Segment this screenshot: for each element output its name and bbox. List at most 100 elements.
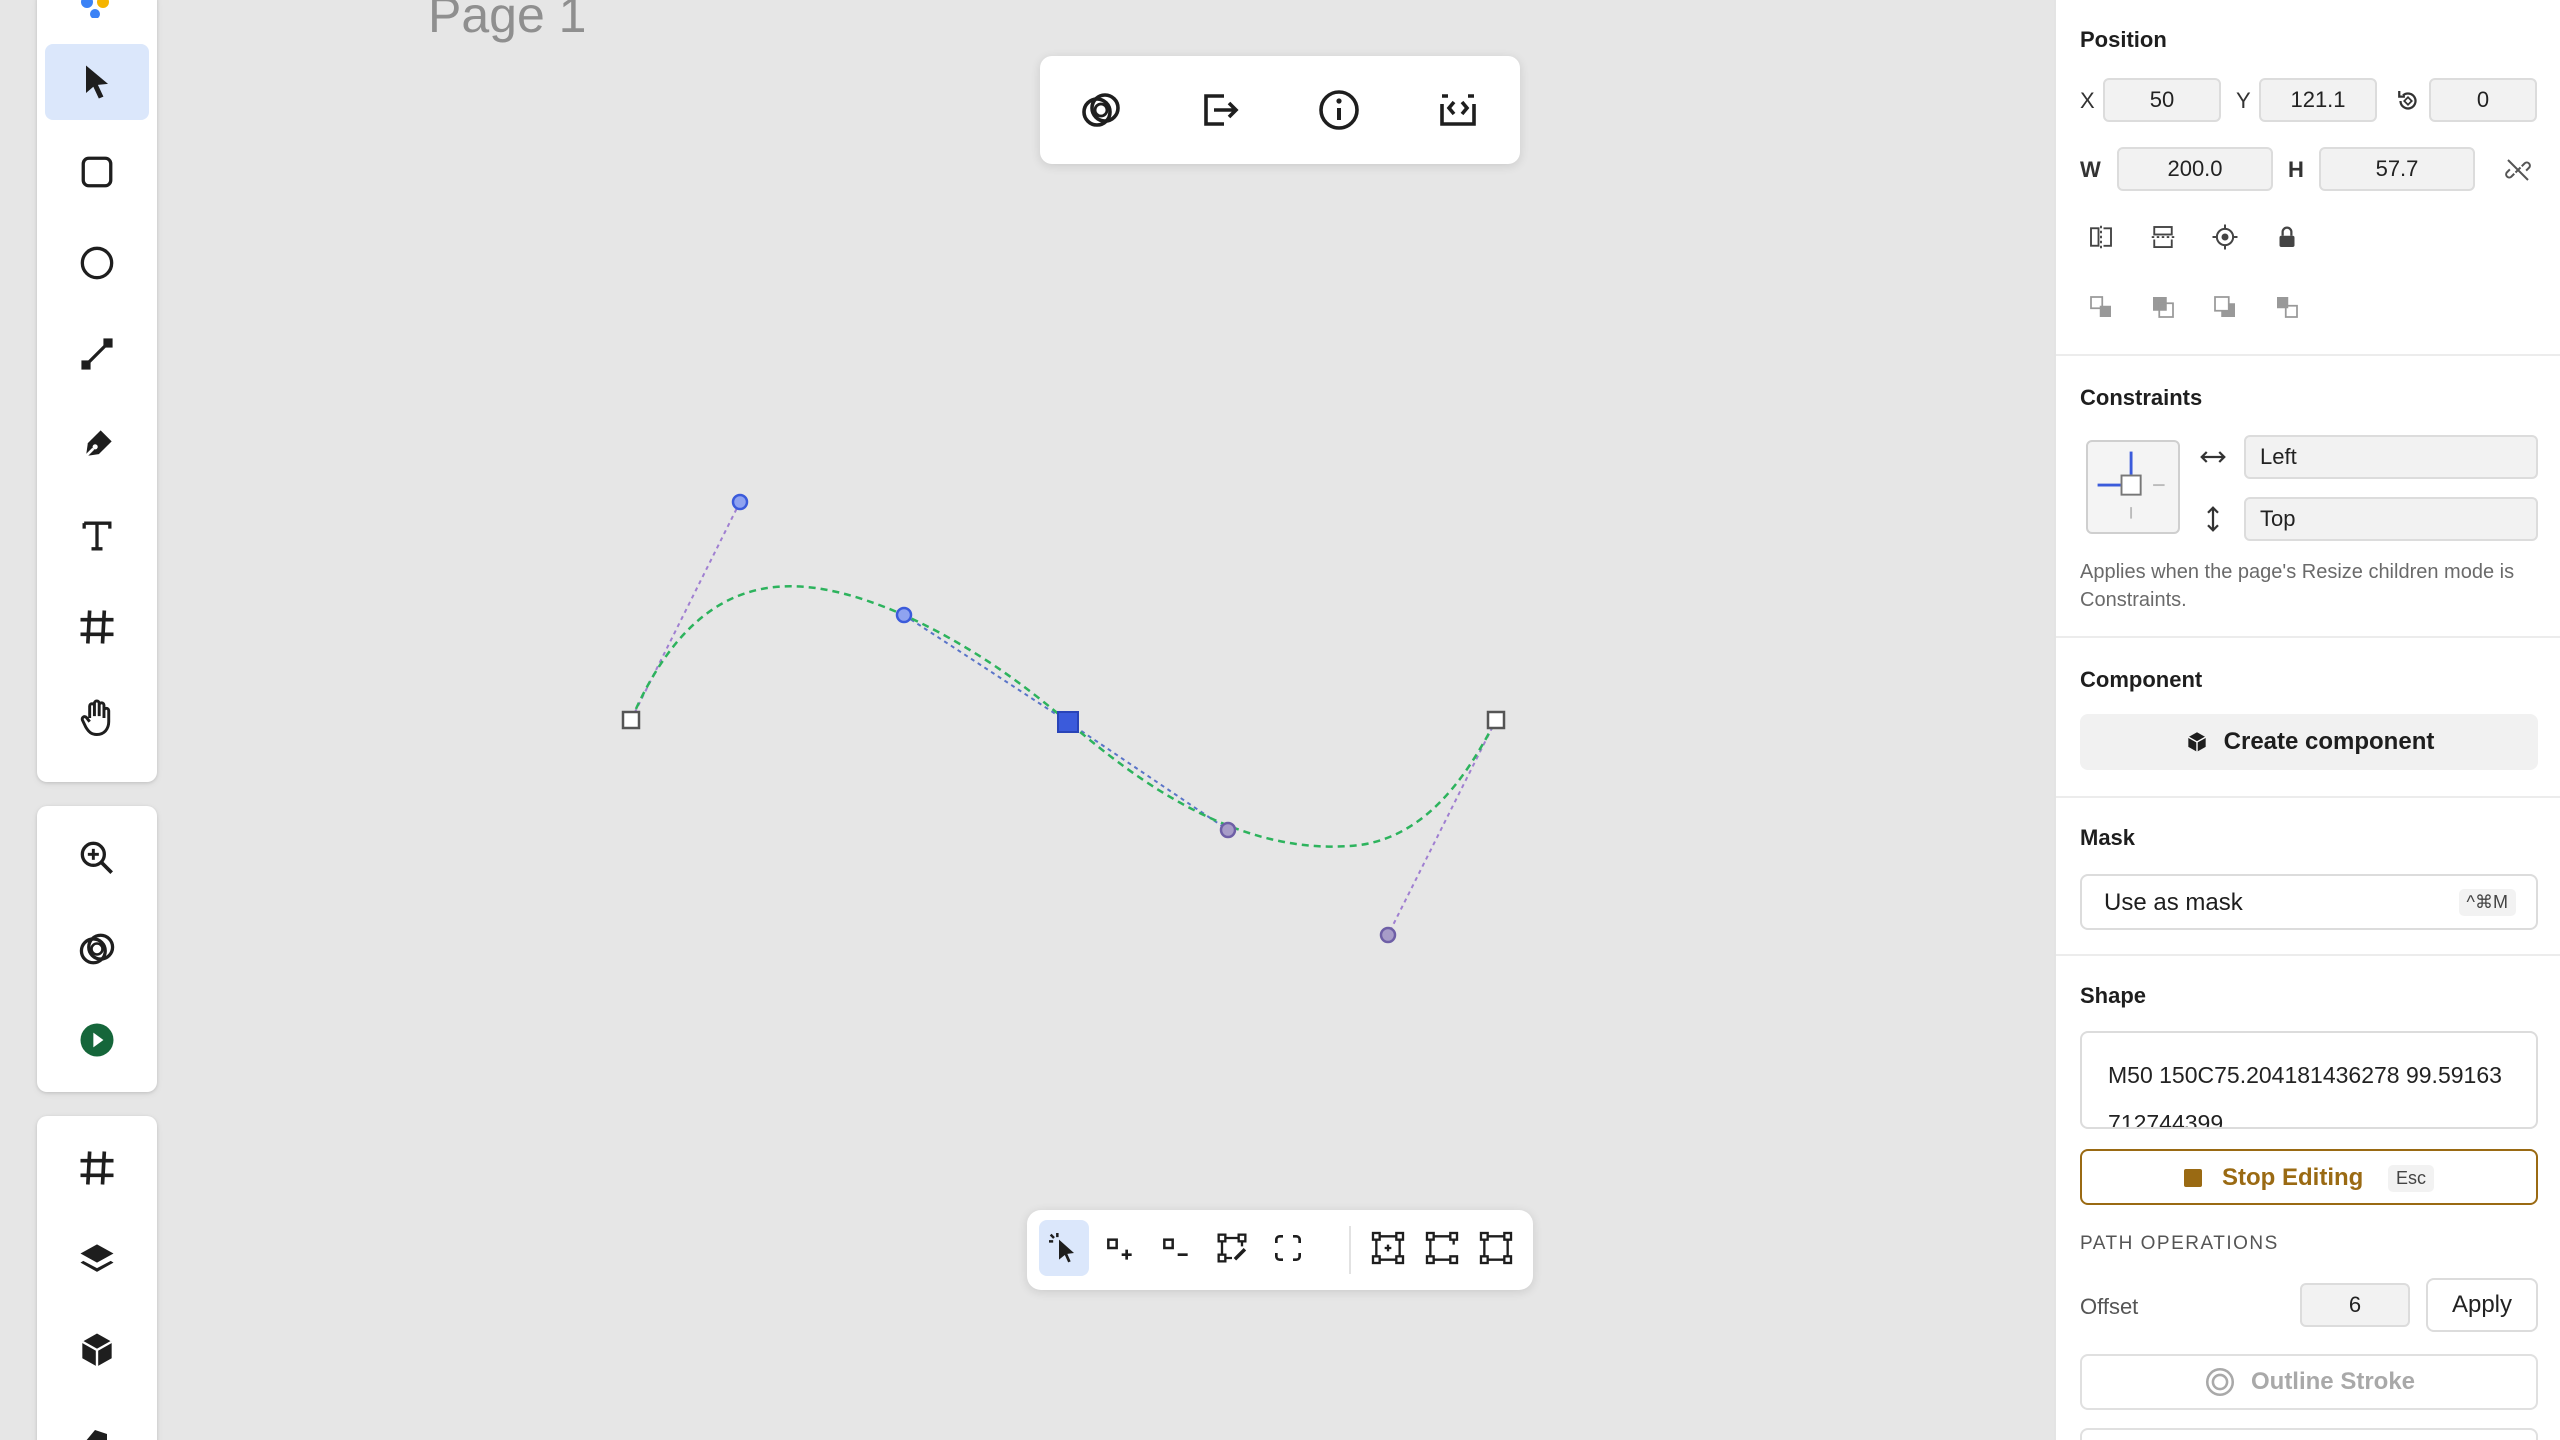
pen-tool-button[interactable]	[45, 407, 149, 483]
control-handle[interactable]	[1219, 821, 1237, 839]
constraint-widget[interactable]	[2086, 440, 2180, 534]
layers-panel-button[interactable]	[45, 1221, 149, 1297]
control-handle[interactable]	[1379, 926, 1397, 944]
bring-to-front-icon[interactable]	[2148, 292, 2178, 322]
app-logo	[77, 0, 117, 18]
section-divider	[2056, 636, 2560, 638]
remove-point-icon	[1163, 1238, 1188, 1256]
text-icon	[82, 521, 112, 551]
outline-stroke-button[interactable]: Outline Stroke	[2080, 1354, 2538, 1410]
rectangle-icon	[81, 156, 113, 188]
target-icon[interactable]	[2210, 222, 2240, 252]
export-button[interactable]	[1190, 80, 1250, 140]
offset-label: Offset	[2080, 1294, 2139, 1319]
handle-line	[1387, 719, 1497, 936]
control-handle[interactable]	[731, 493, 749, 511]
play-icon	[80, 1023, 114, 1057]
flip-vertical-icon[interactable]	[2148, 222, 2178, 252]
join-path-icon	[1479, 1231, 1513, 1265]
pen-icon	[85, 430, 112, 457]
handle-line	[903, 614, 1069, 723]
stop-editing-button[interactable]: Stop Editing Esc	[2080, 1149, 2538, 1205]
path-edit-toolbar	[1027, 1210, 1533, 1290]
width-input[interactable]: 200.0	[2117, 147, 2273, 191]
partial-button[interactable]	[2080, 1428, 2538, 1440]
info-button[interactable]	[1309, 80, 1369, 140]
path-data-textarea[interactable]: M50 150C75.204181436278 99.5916371274439…	[2080, 1031, 2538, 1129]
info-icon	[1319, 90, 1359, 130]
rotation-input[interactable]: 0	[2429, 78, 2537, 122]
section-divider	[2056, 796, 2560, 798]
x-input[interactable]: 50	[2103, 78, 2221, 122]
embed-code-button[interactable]	[1428, 80, 1488, 140]
partial-icon	[81, 1422, 111, 1440]
create-component-button[interactable]: Create component	[2080, 714, 2538, 770]
control-handle[interactable]	[895, 606, 913, 624]
boolean-icon	[1082, 93, 1120, 127]
embed-code-icon	[1440, 94, 1476, 126]
align-points-button[interactable]	[1363, 1220, 1413, 1276]
line-tool-button[interactable]	[45, 316, 149, 392]
frame-tool-button[interactable]	[45, 589, 149, 665]
frames-panel-button[interactable]	[45, 1130, 149, 1206]
close-path-button[interactable]	[1263, 1220, 1313, 1276]
boolean-button[interactable]	[45, 911, 149, 987]
apply-offset-button[interactable]: Apply	[2426, 1278, 2538, 1332]
boolean-operations-button[interactable]	[1071, 80, 1131, 140]
frame-icon	[80, 1151, 114, 1185]
anchor-point[interactable]	[621, 710, 641, 730]
align-points-icon	[1371, 1231, 1405, 1265]
remove-point-button[interactable]	[1151, 1220, 1201, 1276]
components-panel-button[interactable]	[45, 1312, 149, 1388]
anchor-point-selected[interactable]	[1057, 711, 1079, 733]
anchor-point[interactable]	[1486, 710, 1506, 730]
constraints-title: Constraints	[2080, 385, 2203, 410]
break-path-button[interactable]	[1417, 1220, 1467, 1276]
layers-icon	[80, 1244, 114, 1272]
use-as-mask-button[interactable]: Use as mask ^⌘M	[2080, 874, 2538, 930]
mask-shortcut: ^⌘M	[2458, 889, 2516, 916]
stop-editing-label: Stop Editing	[2222, 1164, 2364, 1191]
zoom-button[interactable]	[45, 820, 149, 896]
select-points-button[interactable]	[1039, 1220, 1089, 1276]
vertical-constraint-select[interactable]: Top	[2244, 497, 2538, 541]
rectangle-tool-button[interactable]	[45, 134, 149, 210]
constraints-note: Applies when the page's Resize children …	[2080, 561, 2515, 611]
edit-curve-button[interactable]	[1207, 1220, 1257, 1276]
tools-toolbar	[37, 0, 157, 782]
add-point-icon	[1107, 1238, 1132, 1260]
edit-curve-icon	[1217, 1233, 1247, 1263]
position-title: Position	[2080, 27, 2167, 52]
move-tool-button[interactable]	[45, 44, 149, 120]
h-label: H	[2288, 157, 2304, 182]
component-icon	[81, 1333, 113, 1367]
stop-editing-shortcut: Esc	[2388, 1165, 2435, 1192]
outline-stroke-icon	[2205, 1367, 2235, 1397]
bring-forward-icon[interactable]	[2086, 292, 2116, 322]
height-input[interactable]: 57.7	[2319, 147, 2475, 191]
lock-icon[interactable]	[2272, 222, 2302, 252]
toolbar-separator	[1349, 1226, 1351, 1274]
offset-input[interactable]: 6	[2300, 1283, 2410, 1327]
hand-icon	[80, 699, 111, 736]
ellipse-icon	[80, 246, 114, 280]
hand-tool-button[interactable]	[45, 680, 149, 756]
send-backward-icon[interactable]	[2210, 292, 2240, 322]
play-button[interactable]	[45, 1002, 149, 1078]
horizontal-constraint-select[interactable]: Left	[2244, 435, 2538, 479]
shape-title: Shape	[2080, 983, 2147, 1008]
y-input[interactable]: 121.1	[2259, 78, 2377, 122]
path-editing-canvas[interactable]	[0, 0, 2050, 1440]
line-icon	[81, 338, 113, 370]
zoom-icon	[80, 841, 113, 874]
properties-panel: Position X 50 Y 121.1 0 W 200.0 H 57.7 C…	[2054, 0, 2560, 1440]
ellipse-tool-button[interactable]	[45, 225, 149, 301]
send-to-back-icon[interactable]	[2272, 292, 2302, 322]
join-path-button[interactable]	[1471, 1220, 1521, 1276]
flip-horizontal-icon[interactable]	[2086, 222, 2116, 252]
text-tool-button[interactable]	[45, 498, 149, 574]
horizontal-arrows-icon	[2198, 442, 2228, 472]
selection-toolbar	[1040, 56, 1520, 164]
add-point-button[interactable]	[1095, 1220, 1145, 1276]
unlink-ratio-icon[interactable]	[2503, 155, 2533, 185]
